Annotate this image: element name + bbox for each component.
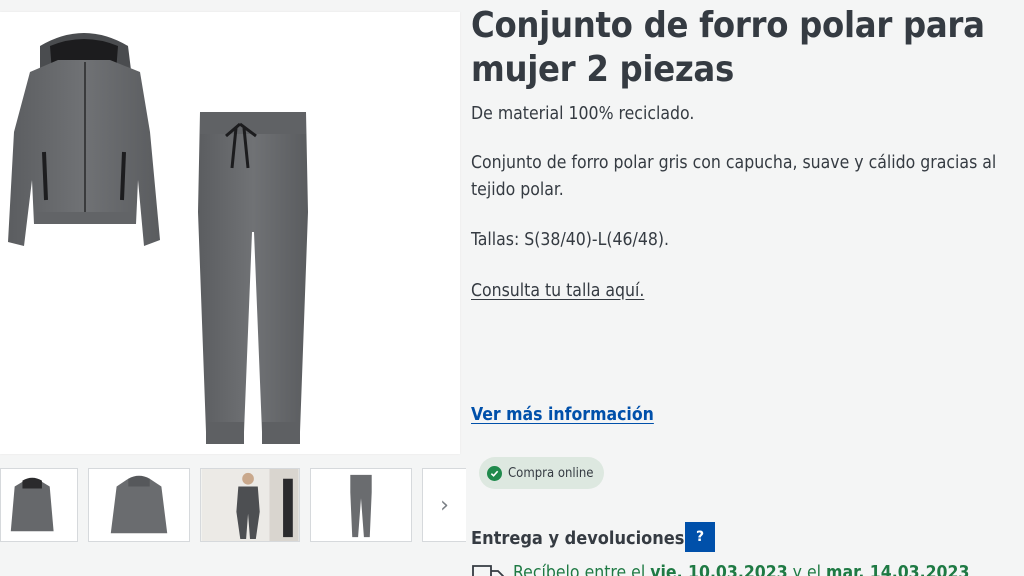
product-sizes: Tallas: S(38/40)-L(46/48). (471, 230, 670, 250)
product-description: Conjunto de forro polar gris con capucha… (471, 153, 997, 200)
thumbnail-4[interactable] (310, 468, 412, 542)
delivery-date-from: vie. 10.03.2023 (650, 563, 788, 576)
next-thumbnail-chevron-icon[interactable]: › (422, 468, 466, 542)
fleece-set-illustration (8, 33, 308, 444)
delivery-help-button[interactable]: ? (685, 522, 715, 552)
more-info-link[interactable]: Ver más información (471, 402, 654, 429)
delivery-prefix: Recíbelo entre el (513, 563, 651, 576)
badge-label: Compra online (508, 465, 594, 481)
product-title: Conjunto de forro polar para mujer 2 pie… (471, 5, 985, 90)
thumbnail-1[interactable] (0, 468, 78, 542)
check-circle-icon (487, 465, 502, 481)
thumbnail-jacket-back-image (89, 469, 189, 541)
thumbnail-pants-image (311, 469, 411, 541)
delivery-connector: y el (787, 563, 827, 576)
product-material: De material 100% reciclado. (471, 104, 695, 124)
delivery-heading: Entrega y devoluciones: (471, 528, 691, 549)
size-guide-link[interactable]: Consulta tu talla aquí. (471, 278, 1024, 305)
product-page: › Conjunto de forro polar para mujer 2 p… (0, 0, 1024, 576)
thumbnail-model-image (201, 469, 299, 541)
delivery-date-to: mar. 14.03.2023 (826, 563, 970, 576)
thumbnail-jacket-image (1, 469, 77, 541)
thumbnail-2[interactable] (88, 468, 190, 542)
delivery-truck-icon (471, 563, 505, 576)
thumbnail-3[interactable] (200, 468, 300, 542)
pants-image (198, 112, 308, 444)
delivery-estimate: Recíbelo entre el vie. 10.03.2023 y el m… (471, 558, 1024, 576)
product-main-image[interactable] (0, 12, 460, 454)
jacket-image (8, 33, 160, 246)
online-purchase-badge: Compra online (479, 457, 604, 489)
